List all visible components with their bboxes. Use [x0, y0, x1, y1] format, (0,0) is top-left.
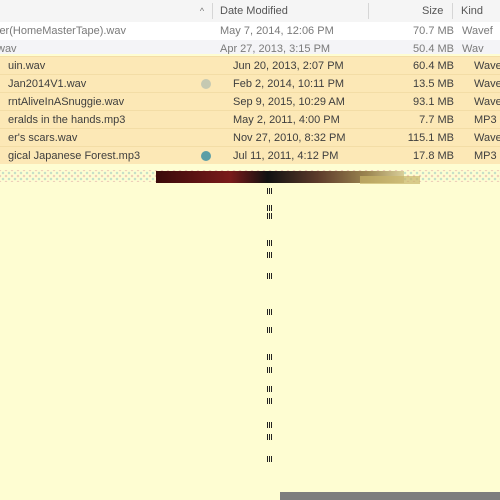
artifact-mark: [267, 327, 273, 333]
file-row-selected[interactable]: er's scars.wav Nov 27, 2010, 8:32 PM 115…: [0, 128, 500, 146]
file-name: gical Japanese Forest.mp3: [8, 150, 141, 162]
file-name: Jan2014V1.wav: [8, 78, 87, 90]
artifact-mark: [267, 240, 273, 246]
column-divider[interactable]: [212, 3, 213, 19]
file-row-selected[interactable]: gical Japanese Forest.mp3 Jul 11, 2011, …: [0, 146, 500, 164]
file-size: 60.4 MB: [413, 60, 454, 72]
rendering-artifact-marks: [267, 186, 275, 466]
file-size: 70.7 MB: [413, 25, 454, 37]
column-header-size[interactable]: Size: [422, 0, 443, 22]
artifact-mark: [267, 354, 273, 360]
artifact-mark: [267, 213, 273, 219]
file-kind: Wave: [474, 96, 500, 108]
file-name: rntAliveInASnuggie.wav: [8, 96, 125, 108]
artifact-mark: [267, 422, 273, 428]
column-header-kind[interactable]: Kind: [461, 0, 483, 22]
file-row-selected[interactable]: uin.wav Jun 20, 2013, 2:07 PM 60.4 MB Wa…: [0, 56, 500, 74]
file-kind: MP3: [474, 150, 497, 162]
file-size: 50.4 MB: [413, 43, 454, 54]
artifact-mark: [267, 456, 273, 462]
chevron-up-icon[interactable]: ^: [196, 4, 208, 18]
file-kind: MP3: [474, 114, 497, 126]
artifact-mark: [267, 188, 273, 194]
file-name: eralds in the hands.mp3: [8, 114, 126, 126]
artifact-mark: [267, 273, 273, 279]
file-size: 115.1 MB: [407, 132, 454, 144]
artifact-mark: [267, 205, 273, 211]
file-name: ier(HomeMasterTape).wav: [0, 25, 126, 37]
artifact-mark: [267, 367, 273, 373]
file-size: 17.8 MB: [413, 150, 454, 162]
file-date-modified: May 7, 2014, 12:06 PM: [220, 25, 334, 37]
rendering-artifact: [360, 176, 420, 184]
file-row[interactable]: ier(HomeMasterTape).wav May 7, 2014, 12:…: [0, 22, 500, 40]
file-name: uin.wav: [8, 60, 46, 72]
file-size: 93.1 MB: [413, 96, 454, 108]
column-divider[interactable]: [452, 3, 453, 19]
file-kind: Wave: [474, 60, 500, 72]
file-kind: Wave: [474, 78, 500, 90]
color-tag-icon: [201, 151, 211, 161]
file-row[interactable]: wav Apr 27, 2013, 3:15 PM 50.4 MB Wav: [0, 40, 500, 54]
artifact-mark: [267, 434, 273, 440]
file-kind: Wav: [462, 43, 484, 54]
column-header-date-modified[interactable]: Date Modified: [220, 0, 288, 22]
artifact-mark: [267, 386, 273, 392]
file-date-modified: Apr 27, 2013, 3:15 PM: [220, 43, 331, 54]
file-kind: Wave: [474, 132, 500, 144]
color-tag-icon: [201, 79, 211, 89]
column-header-bar: ^ Date Modified Size Kind: [0, 0, 500, 23]
file-row-selected[interactable]: Jan2014V1.wav Feb 2, 2014, 10:11 PM 13.5…: [0, 74, 500, 92]
file-name: er's scars.wav: [8, 132, 78, 144]
artifact-mark: [267, 309, 273, 315]
horizontal-scrollbar[interactable]: [280, 492, 500, 500]
file-row-selected[interactable]: eralds in the hands.mp3 May 2, 2011, 4:0…: [0, 110, 500, 128]
artifact-mark: [267, 252, 273, 258]
file-name: wav: [0, 43, 17, 54]
file-size: 13.5 MB: [413, 78, 454, 90]
file-row-selected[interactable]: rntAliveInASnuggie.wav Sep 9, 2015, 10:2…: [0, 92, 500, 110]
file-kind: Wavef: [462, 25, 493, 37]
artifact-mark: [267, 398, 273, 404]
column-divider[interactable]: [368, 3, 369, 19]
file-size: 7.7 MB: [419, 114, 454, 126]
